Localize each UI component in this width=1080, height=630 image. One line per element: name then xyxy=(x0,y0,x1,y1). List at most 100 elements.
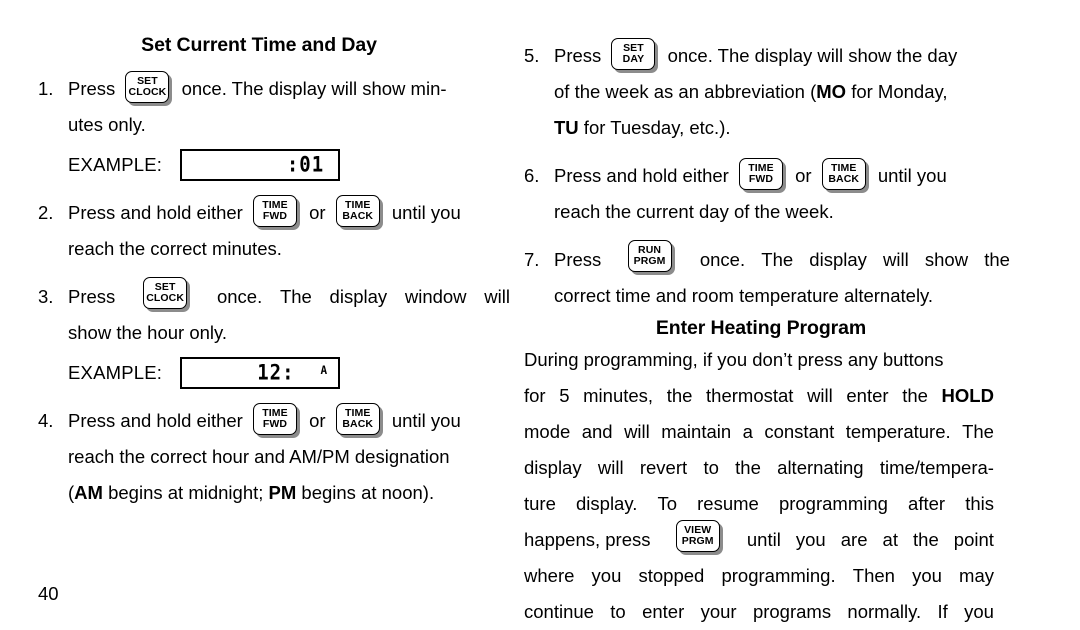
key-face: TIME FWD xyxy=(738,158,783,191)
hp-l6-w5: the xyxy=(913,529,939,551)
hp-l7-w2: you xyxy=(591,565,622,587)
step-5-mo-bold: MO xyxy=(816,81,847,103)
hp-l2-w6: will xyxy=(807,385,833,407)
step-6-conjunction: or xyxy=(789,165,817,187)
step-3-word-2: The xyxy=(279,286,312,308)
hp-l6-w1: until xyxy=(741,529,781,551)
key-face: TIME BACK xyxy=(335,403,380,436)
page-title-set-current-time-and-day: Set Current Time and Day xyxy=(141,34,377,56)
key-face: RUN PRGM xyxy=(627,240,672,273)
time-fwd-key[interactable]: TIME FWD xyxy=(252,403,300,439)
key-face: SET DAY xyxy=(611,38,656,71)
hp-l6-w6: point xyxy=(953,529,994,551)
time-back-key[interactable]: TIME BACK xyxy=(335,403,383,439)
hp-l5-w5: programming xyxy=(778,493,888,515)
step-6-line-1-rest: until you xyxy=(872,165,947,187)
hp-line-7: where you stopped programming. Then you may xyxy=(524,558,994,594)
step-6-body: Press and hold either TIME FWD or TIME BAC… xyxy=(554,158,1010,230)
step-5-body: Press SET DAY once. The display will show… xyxy=(554,38,1010,146)
step-3-word-4: window xyxy=(404,286,467,308)
page-number: 40 xyxy=(38,583,59,604)
step-7: 7. Press RUN PRGM once. The display will show… xyxy=(524,240,1010,314)
hp-l5-w1: ture xyxy=(524,493,556,515)
hp-l6-w3: are xyxy=(840,529,868,551)
step-7-body: Press RUN PRGM once. The display will show the… xyxy=(554,240,1010,314)
hp-l2-w5: thermostat xyxy=(706,385,794,407)
time-fwd-key[interactable]: TIME FWD xyxy=(738,158,786,194)
time-back-key[interactable]: TIME BACK xyxy=(335,195,383,231)
key-label-line2: FWD xyxy=(262,418,288,431)
key-label-line2: DAY xyxy=(622,53,645,66)
step-2-conjunction: or xyxy=(303,202,331,224)
lcd-inner: :01 xyxy=(287,151,324,179)
step-7-word-2: The xyxy=(761,249,794,271)
step-3-lead: Press xyxy=(68,286,121,308)
hp-l7-w1: where xyxy=(524,565,575,587)
hp-l4-w2: will xyxy=(597,457,624,479)
step-2: 2. Press and hold either TIME FWD or TIME… xyxy=(38,195,510,267)
right-column: 5. Press SET DAY once. The display will s… xyxy=(510,0,1080,623)
step-4-line-3: (AM begins at midnight; PM begins at noo… xyxy=(68,475,510,511)
hp-l4-w4: to xyxy=(703,457,719,479)
hp-l3-w5: a xyxy=(742,421,753,443)
hp-hold-bold: HOLD xyxy=(941,385,994,407)
hp-l3-w3: will xyxy=(624,421,650,443)
step-5-line-2: of the week as an abbreviation (MO for M… xyxy=(554,74,1010,110)
key-face: TIME BACK xyxy=(335,195,380,228)
step-3-line-2: show the hour only. xyxy=(68,322,228,344)
key-label-line2: PRGM xyxy=(633,255,666,268)
hp-l7-w4: programming. xyxy=(721,565,836,587)
step-1-lead: Press xyxy=(68,78,121,99)
step-4-line-2: reach the correct hour and AM/PM designa… xyxy=(68,446,450,468)
set-day-key[interactable]: SET DAY xyxy=(611,38,659,74)
hp-line-2: for 5 minutes, the thermostat will enter the HOL… xyxy=(524,378,994,414)
hp-l7-w3: stopped xyxy=(638,565,705,587)
hp-l5-w6: after xyxy=(908,493,946,515)
hp-l8-w3: enter xyxy=(642,601,685,623)
step-2-line-1: Press and hold either TIME FWD or TIME BAC… xyxy=(68,195,510,231)
step-4-am-bold: AM xyxy=(74,482,103,504)
step-3-word-5: will xyxy=(484,286,510,308)
step-5: 5. Press SET DAY once. The display will s… xyxy=(524,38,1010,146)
key-label-line2: FWD xyxy=(748,173,774,186)
step-7-lead: Press xyxy=(554,249,607,271)
lcd-inner: 12: A xyxy=(257,359,328,387)
step-4-end-text: begins at noon). xyxy=(296,482,435,504)
step-1-number: 1. xyxy=(38,78,54,99)
step-4-pm-bold: PM xyxy=(268,482,297,504)
time-fwd-key[interactable]: TIME FWD xyxy=(252,195,300,231)
page-title-enter-heating-program: Enter Heating Program xyxy=(655,317,867,340)
key-label-line2: BACK xyxy=(342,210,374,223)
step-1: 1. Press SET CLOCK once. The display will… xyxy=(38,71,510,143)
hp-line-1: During programming, if you don’t press a… xyxy=(524,349,944,371)
step-1-line-2: utes only. xyxy=(68,114,146,136)
step-3: 3. Press SET CLOCK once. The display window w… xyxy=(38,277,510,351)
key-face: VIEW PRGM xyxy=(675,520,720,553)
step-3-word-1: once. xyxy=(211,286,263,308)
set-clock-key[interactable]: SET CLOCK xyxy=(143,277,191,313)
step-4-conjunction: or xyxy=(303,410,331,432)
view-prgm-key[interactable]: VIEW PRGM xyxy=(675,520,723,556)
step-2-line-1-rest: until you xyxy=(386,202,461,224)
key-face: TIME FWD xyxy=(252,195,297,228)
step-4-number: 4. xyxy=(38,410,54,432)
set-clock-key[interactable]: SET CLOCK xyxy=(125,71,173,107)
time-back-key[interactable]: TIME BACK xyxy=(821,158,869,194)
step-6-number: 6. xyxy=(524,165,540,187)
hp-l7-w6: you xyxy=(912,565,942,587)
hp-l3-w6: constant xyxy=(764,421,835,443)
step-6-line-1: Press and hold either TIME FWD or TIME BAC… xyxy=(554,158,1010,194)
step-6-line-2: reach the current day of the week. xyxy=(554,201,834,223)
step-5-lead: Press xyxy=(554,45,607,66)
hp-l4-w3: revert xyxy=(639,457,688,479)
hp-l8-w6: normally. xyxy=(847,601,922,623)
run-prgm-key[interactable]: RUN PRGM xyxy=(627,240,675,276)
key-face: TIME BACK xyxy=(821,158,866,191)
step-4-line-1-rest: until you xyxy=(386,410,461,432)
two-column-layout: Set Current Time and Day 1. Press SET CLO… xyxy=(0,0,1080,623)
step-2-lead: Press and hold either xyxy=(68,202,248,224)
lcd-am-indicator: A xyxy=(320,363,329,378)
step-7-word-5: show xyxy=(924,249,969,271)
key-label-line2: CLOCK xyxy=(128,86,167,99)
hp-l6-w4: at xyxy=(882,529,898,551)
